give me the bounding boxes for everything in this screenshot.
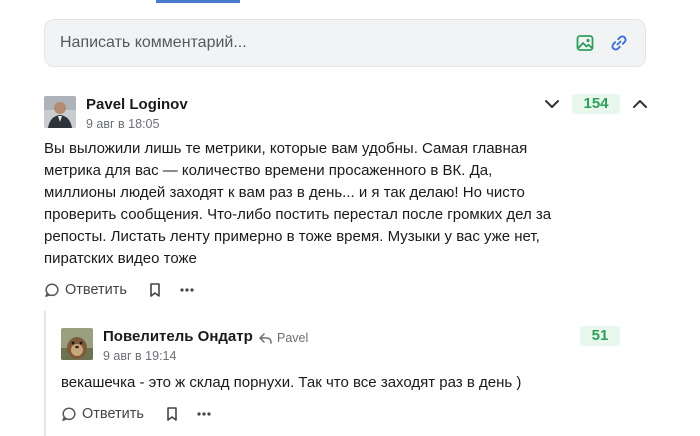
reply-actions: Ответить	[61, 404, 212, 424]
avatar[interactable]	[44, 96, 76, 128]
comment-icon	[45, 283, 59, 297]
chevron-down-icon[interactable]	[542, 94, 562, 114]
bookmark-icon[interactable]	[164, 406, 180, 422]
reply-label: Ответить	[82, 406, 144, 422]
reply-date[interactable]: 9 авг в 19:14	[103, 349, 176, 363]
image-icon[interactable]	[575, 33, 595, 53]
more-options-icon[interactable]	[179, 282, 195, 298]
active-tab-indicator	[156, 0, 240, 3]
reply-to-reference[interactable]: Pavel	[259, 331, 308, 345]
reply-to-name: Pavel	[277, 331, 309, 345]
comment-text: Вы выложили лишь те метрики, которые вам…	[44, 140, 552, 267]
comment-composer	[44, 19, 646, 67]
reply-author[interactable]: Повелитель Ондатр	[103, 328, 253, 345]
comment-rating: 154	[572, 94, 620, 114]
reply-button[interactable]: Ответить	[61, 406, 144, 422]
reply-label: Ответить	[65, 282, 127, 298]
reply-avatar[interactable]	[61, 328, 93, 360]
reply-rating: 51	[580, 326, 620, 346]
reply-text: векашечка - это ж склад порнухи. Так что…	[61, 374, 522, 391]
more-options-icon[interactable]	[196, 406, 212, 422]
comment-actions: Ответить	[44, 280, 195, 300]
reply-arrow-icon	[259, 332, 272, 344]
comment-author[interactable]: Pavel Loginov	[86, 96, 188, 113]
comment-date[interactable]: 9 авг в 18:05	[86, 117, 159, 131]
chevron-up-icon[interactable]	[630, 94, 650, 114]
bookmark-icon[interactable]	[147, 282, 163, 298]
comment-icon	[62, 407, 76, 421]
reply-button[interactable]: Ответить	[44, 282, 127, 298]
thread-line	[44, 311, 46, 436]
link-icon[interactable]	[609, 33, 629, 53]
comment-input[interactable]	[60, 20, 540, 66]
